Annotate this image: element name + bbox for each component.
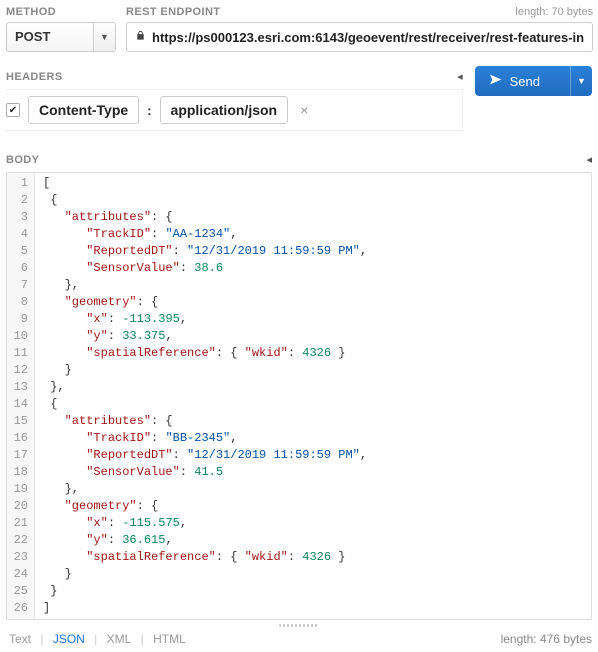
format-tab-json[interactable]: JSON xyxy=(50,632,88,646)
endpoint-label: REST ENDPOINT xyxy=(126,6,220,18)
method-label: METHOD xyxy=(6,6,116,18)
header-name-input[interactable]: Content-Type xyxy=(28,96,139,124)
header-checkbox[interactable]: ✔ xyxy=(6,103,20,117)
method-select[interactable]: POST ▼ xyxy=(6,22,116,52)
body-label: BODY xyxy=(6,154,39,166)
remove-header-icon[interactable]: × xyxy=(296,102,312,118)
endpoint-length: length: 70 bytes xyxy=(515,6,593,18)
endpoint-url: https://ps000123.esri.com:6143/geoevent/… xyxy=(152,30,584,45)
line-gutter: 1234567891011121314151617181920212223242… xyxy=(7,173,35,619)
send-label: Send xyxy=(510,74,540,89)
header-separator: : xyxy=(147,103,151,118)
collapse-body-icon[interactable]: ◂ xyxy=(586,153,592,166)
resize-handle[interactable] xyxy=(6,622,592,628)
format-tabs: Text | JSON | XML | HTML xyxy=(6,632,189,646)
header-row: ✔ Content-Type : application/json × xyxy=(6,89,463,131)
lock-icon xyxy=(135,30,146,44)
body-code[interactable]: [ { "attributes": { "TrackID": "AA-1234"… xyxy=(35,173,591,619)
format-tab-xml[interactable]: XML xyxy=(104,632,135,646)
body-editor[interactable]: 1234567891011121314151617181920212223242… xyxy=(6,172,592,620)
endpoint-input[interactable]: https://ps000123.esri.com:6143/geoevent/… xyxy=(126,22,593,52)
header-value-input[interactable]: application/json xyxy=(160,96,289,124)
format-tab-html[interactable]: HTML xyxy=(150,632,189,646)
send-options-caret[interactable]: ▼ xyxy=(570,66,592,96)
send-icon xyxy=(489,73,502,89)
method-value: POST xyxy=(7,23,93,51)
headers-label: HEADERS xyxy=(6,71,63,83)
format-tab-text[interactable]: Text xyxy=(6,632,34,646)
chevron-down-icon[interactable]: ▼ xyxy=(93,23,115,51)
send-button[interactable]: Send xyxy=(475,66,570,96)
body-length: length: 476 bytes xyxy=(501,632,592,646)
